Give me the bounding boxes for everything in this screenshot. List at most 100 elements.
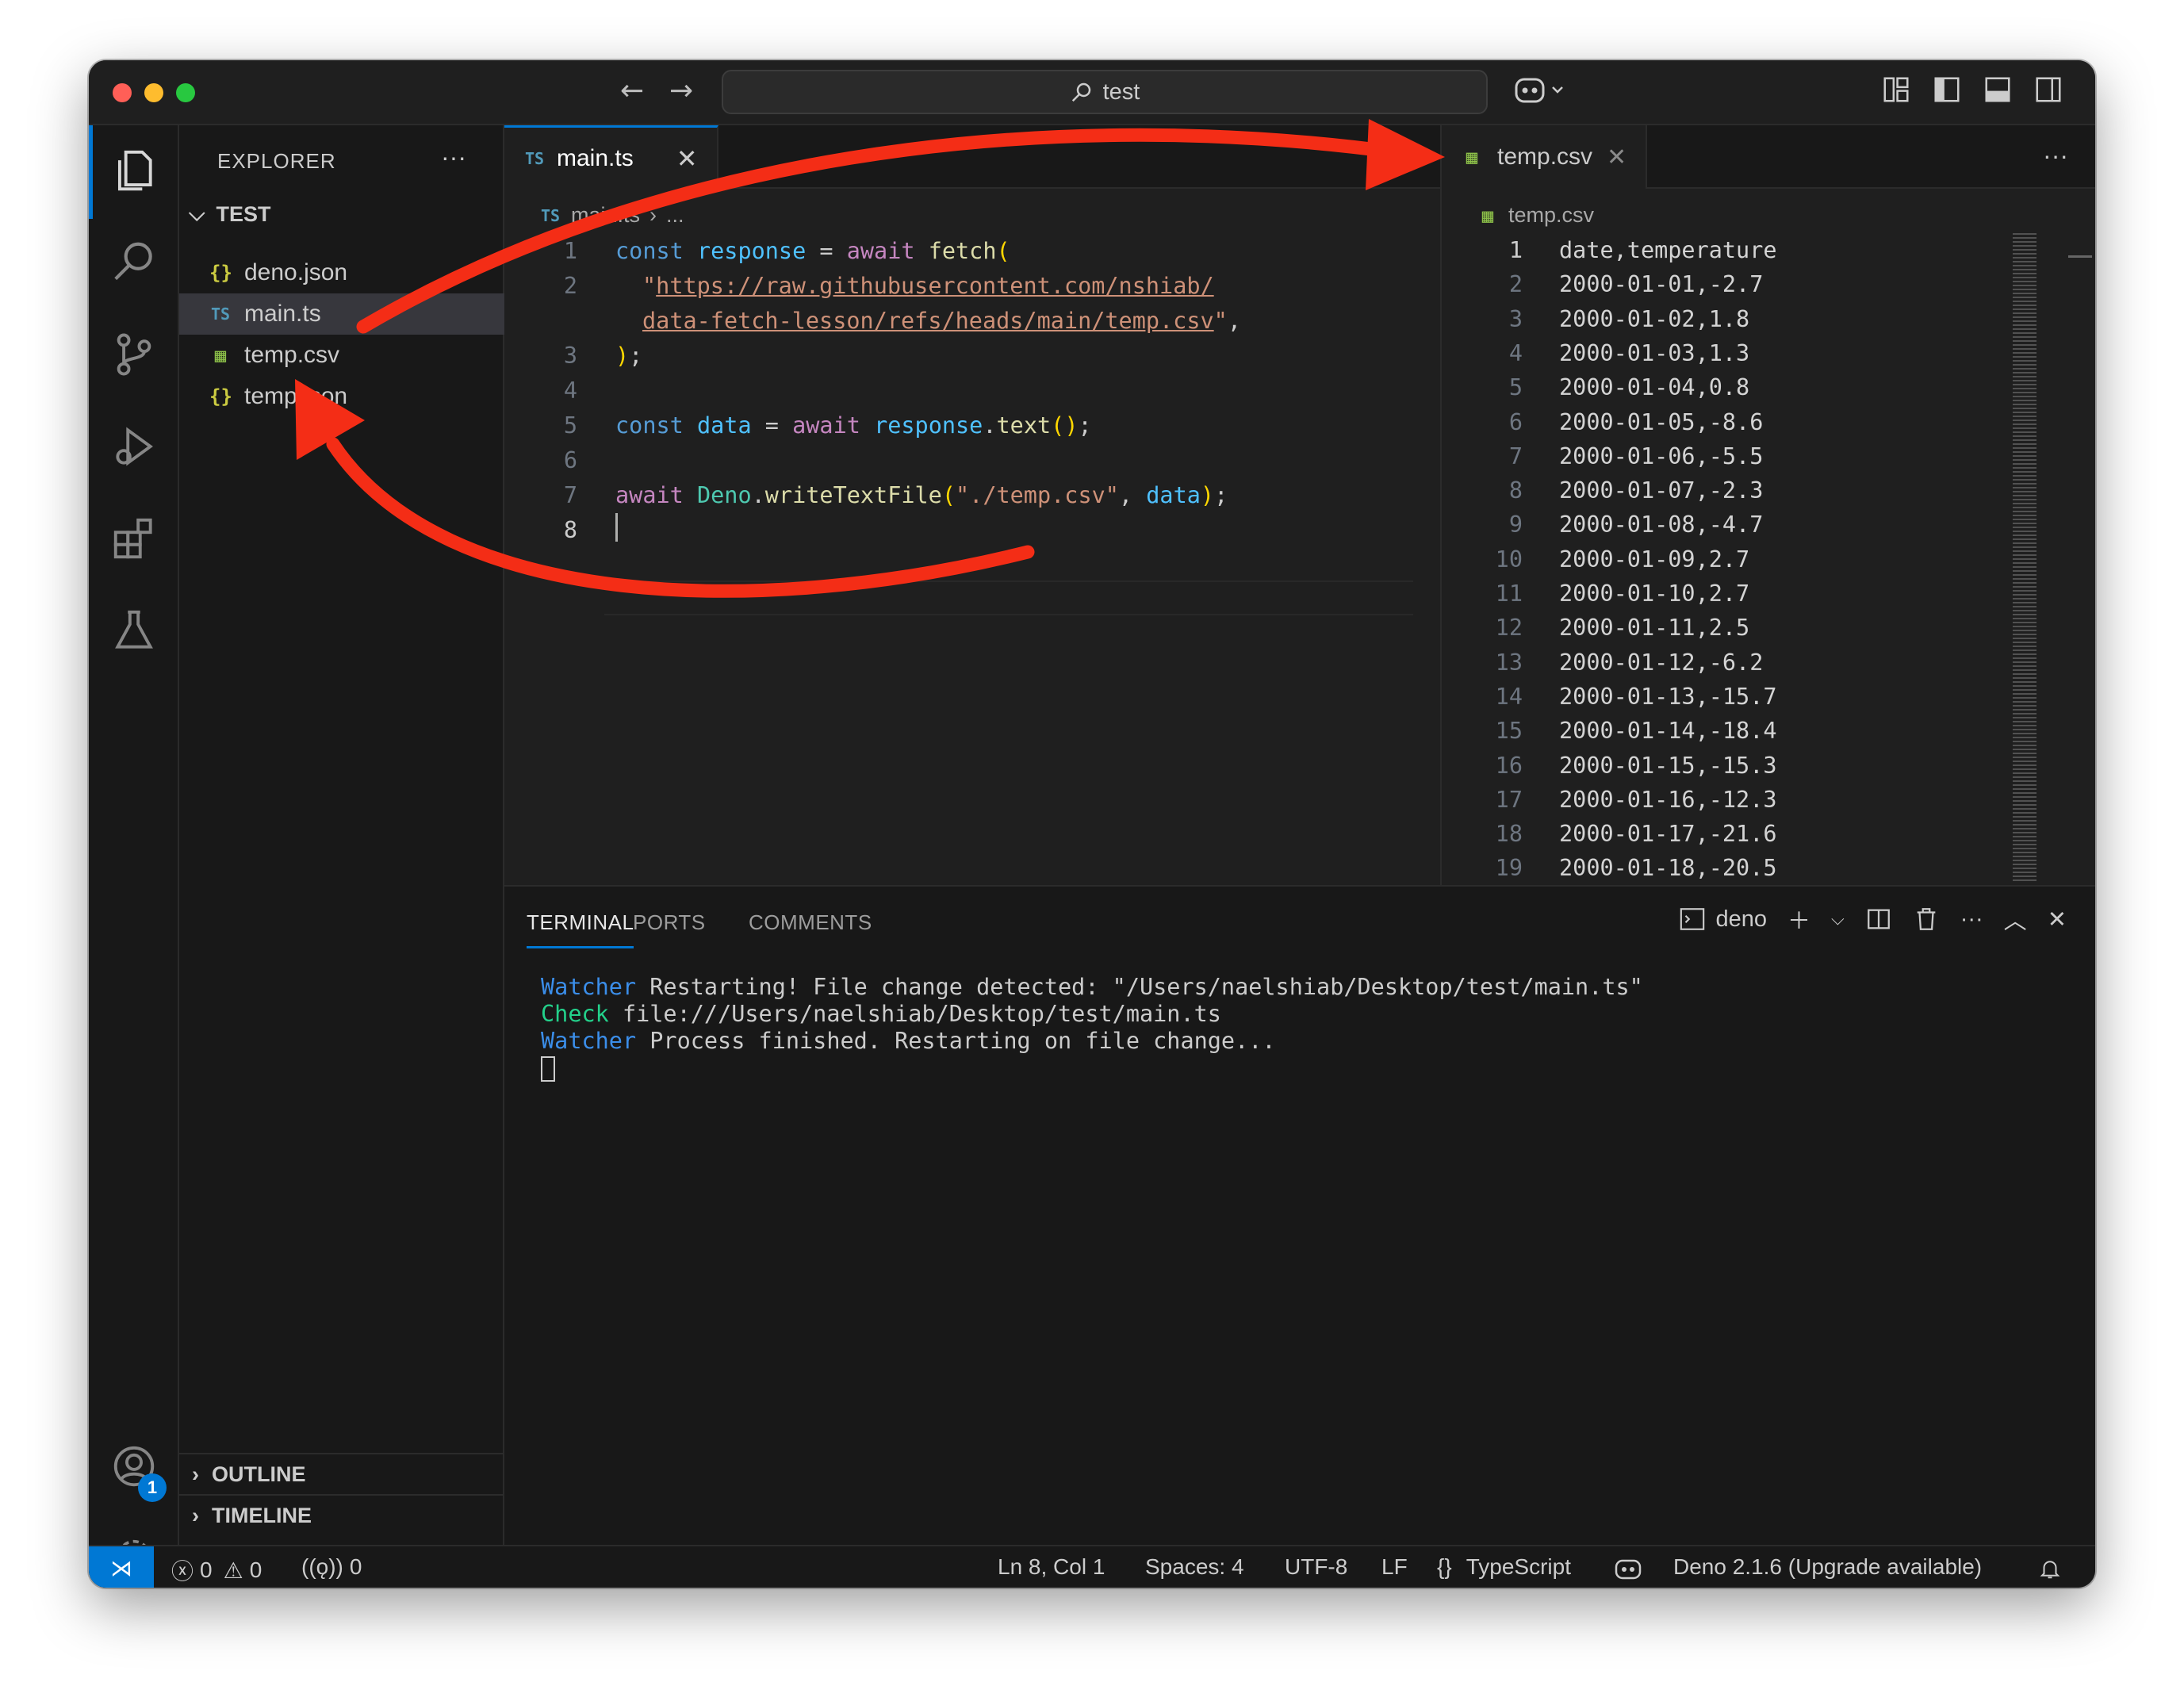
ports-indicator[interactable]: ((ǫ)) 0 — [301, 1554, 362, 1580]
token: await — [792, 412, 860, 439]
outline-section[interactable]: › OUTLINE — [179, 1453, 504, 1494]
explorer-sidebar: EXPLORER ··· ⌵ TEST {} deno.json TS main… — [179, 125, 504, 1545]
more-actions-icon[interactable]: ··· — [1960, 906, 1983, 933]
remote-indicator-icon[interactable]: ⋊ — [89, 1546, 154, 1588]
line-number: 5 — [563, 412, 577, 439]
line-number: 2 — [563, 272, 577, 299]
current-line-highlight — [604, 580, 1413, 615]
more-actions-icon[interactable]: ··· — [2043, 141, 2068, 170]
language-mode[interactable]: {} TypeScript — [1437, 1554, 1571, 1580]
code-line: 3 ); — [504, 338, 1440, 373]
testing-flask-icon[interactable] — [109, 606, 159, 655]
csv-line-text: 2000-01-14,-18.4 — [1559, 718, 1777, 745]
csv-line-text: 2000-01-15,-15.3 — [1559, 752, 1777, 779]
source-control-icon[interactable] — [109, 330, 159, 379]
chevron-down-icon[interactable]: ⌵ — [1831, 909, 1845, 929]
zoom-window-button[interactable] — [176, 83, 195, 102]
csv-line-text: 2000-01-02,1.8 — [1559, 305, 1750, 332]
problems-indicator[interactable]: ⓧ 0 ⚠ 0 — [171, 1554, 262, 1586]
maximize-panel-icon[interactable]: ︿ — [2004, 902, 2027, 936]
minimap[interactable] — [2013, 233, 2036, 883]
run-debug-icon[interactable] — [109, 422, 159, 471]
error-count: 0 — [200, 1557, 213, 1582]
tab-ports[interactable]: PORTS — [633, 910, 706, 935]
end-of-line[interactable]: LF — [1381, 1554, 1408, 1580]
line-number: 3 — [563, 342, 577, 369]
status-bar: ⋊ ⓧ 0 ⚠ 0 ((ǫ)) 0 Ln 8, Col 1 Spaces: 4 UTF… — [89, 1545, 2095, 1588]
split-editor-icon[interactable] — [1380, 146, 1405, 171]
close-window-button[interactable] — [113, 83, 132, 102]
file-main-ts[interactable]: TS main.ts — [179, 293, 504, 335]
file-temp-json[interactable]: {} temp.json — [179, 376, 504, 417]
toggle-primary-sidebar-icon[interactable] — [1932, 75, 1962, 105]
minimize-window-button[interactable] — [144, 83, 163, 102]
token: const — [615, 237, 684, 264]
customize-layout-icon[interactable] — [1881, 75, 1911, 105]
csv-line-text: 2000-01-17,-21.6 — [1559, 821, 1777, 848]
toggle-panel-icon[interactable] — [1983, 75, 2013, 105]
timeline-section[interactable]: › TIMELINE — [179, 1494, 504, 1535]
split-terminal-icon[interactable] — [1865, 906, 1892, 933]
breadcrumb-more[interactable]: ... — [666, 203, 684, 228]
chevron-right-icon: › — [649, 203, 657, 227]
editor-main-ts[interactable]: TS main.ts ✕ TS main.ts › ... 1 const re… — [504, 125, 1816, 885]
scrollbar-marker — [2068, 255, 2092, 258]
close-icon[interactable]: ✕ — [2048, 906, 2067, 933]
terminal-cursor — [541, 1056, 555, 1082]
file-deno-json[interactable]: {} deno.json — [179, 252, 504, 293]
new-terminal-icon[interactable]: ＋ — [1787, 902, 1810, 936]
code-line-current: 8 — [504, 512, 1440, 547]
extensions-icon[interactable] — [109, 514, 159, 563]
token: ; — [629, 342, 643, 369]
arrow-right-icon[interactable]: → — [669, 75, 693, 107]
token: data — [1146, 481, 1201, 508]
cursor-position[interactable]: Ln 8, Col 1 — [998, 1554, 1105, 1580]
terminal-instance[interactable]: deno — [1679, 906, 1767, 933]
csv-file-icon: ▦ — [1481, 204, 1494, 227]
terminal-tag: Watcher — [541, 974, 637, 1000]
breadcrumb: ▦ temp.csv — [1477, 203, 1594, 228]
toggle-secondary-sidebar-icon[interactable] — [2033, 75, 2063, 105]
more-actions-icon[interactable]: ··· — [441, 143, 466, 172]
breadcrumb-file[interactable]: main.ts — [571, 203, 640, 228]
csv-line: 15 2000-01-14,-18.4 — [1442, 714, 2095, 748]
search-icon[interactable] — [109, 238, 159, 287]
folder-test[interactable]: ⌵ TEST — [189, 201, 270, 227]
deno-version[interactable]: Deno 2.1.6 (Upgrade available) — [1673, 1554, 1982, 1580]
csv-file-icon: ▦ — [214, 344, 227, 366]
line-number: 6 — [1508, 408, 1523, 435]
breadcrumb-file[interactable]: temp.csv — [1508, 203, 1594, 228]
indentation[interactable]: Spaces: 4 — [1145, 1554, 1244, 1580]
tab-label: main.ts — [557, 144, 634, 171]
encoding[interactable]: UTF-8 — [1285, 1554, 1347, 1580]
tab-terminal[interactable]: TERMINAL — [527, 910, 634, 948]
trash-icon[interactable] — [1913, 906, 1940, 933]
csv-line: 18 2000-01-17,-21.6 — [1442, 817, 2095, 851]
bell-icon[interactable] — [2038, 1556, 2062, 1581]
arrow-left-icon[interactable]: ← — [620, 75, 644, 107]
csv-line-text: 2000-01-04,0.8 — [1559, 374, 1750, 401]
token: writeTextFile — [764, 481, 942, 508]
url-link[interactable]: data-fetch-lesson/refs/heads/main/temp.c… — [642, 308, 1214, 334]
terminal-output[interactable]: Watcher Restarting! File change detected… — [541, 974, 1643, 1082]
csv-line-text: 2000-01-13,-15.7 — [1559, 683, 1777, 710]
command-center-search[interactable]: test — [722, 70, 1488, 114]
copilot-icon[interactable] — [1613, 1556, 1645, 1581]
close-icon[interactable]: ✕ — [1607, 144, 1627, 171]
explorer-icon[interactable] — [109, 146, 159, 195]
tab-comments[interactable]: COMMENTS — [749, 910, 872, 935]
token: . — [983, 412, 997, 439]
line-number: 1 — [563, 237, 577, 264]
close-icon[interactable]: ✕ — [676, 144, 698, 174]
url-link[interactable]: https://raw.githubusercontent.com/nshiab… — [656, 273, 1214, 299]
csv-line-text: 2000-01-07,-2.3 — [1559, 477, 1764, 504]
tab-label: temp.csv — [1497, 144, 1593, 170]
tab-temp-csv[interactable]: ▦ temp.csv ✕ — [1442, 125, 1648, 189]
copilot-icon[interactable] — [1513, 71, 1569, 111]
line-number: 6 — [563, 446, 577, 473]
tab-main-ts[interactable]: TS main.ts ✕ — [504, 125, 718, 189]
chevron-down-icon: ⌵ — [189, 201, 205, 225]
file-temp-csv[interactable]: ▦ temp.csv — [179, 335, 504, 376]
editor-temp-csv[interactable]: ▦ temp.csv ✕ ··· ▦ temp.csv 1 date,temper… — [1440, 125, 2095, 885]
line-number: 9 — [1508, 512, 1523, 538]
